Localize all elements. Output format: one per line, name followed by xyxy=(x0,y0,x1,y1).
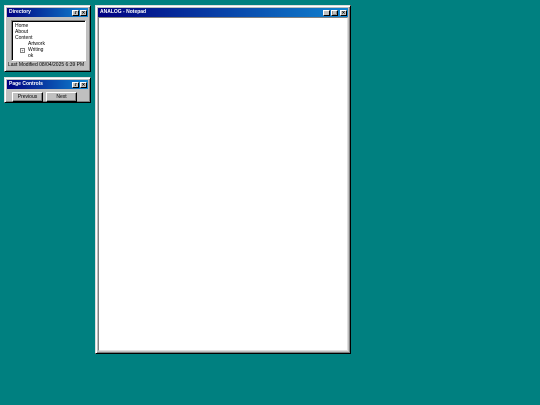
directory-title: Directory xyxy=(9,9,31,15)
notepad-text-area[interactable] xyxy=(98,17,348,351)
close-icon[interactable]: × xyxy=(340,9,347,16)
tree-item-ok[interactable]: ok xyxy=(15,53,82,59)
directory-tree[interactable]: Home About Content Artwork + Writing ok xyxy=(11,20,86,61)
tree-expander-icon xyxy=(20,41,25,47)
tree-item-label: ok xyxy=(28,53,34,59)
previous-button[interactable]: Previous xyxy=(12,92,43,102)
help-icon[interactable]: ? xyxy=(72,81,79,88)
directory-window: Directory ? × Home About Content Artwork… xyxy=(4,5,91,72)
close-icon[interactable]: × xyxy=(80,9,87,16)
help-icon[interactable]: ? xyxy=(72,9,79,16)
page-controls-title: Page Controls xyxy=(9,81,43,87)
page-controls-titlebar[interactable]: Page Controls ? × xyxy=(7,80,88,89)
notepad-window: ANALOG - Notepad _ □ × xyxy=(95,5,351,354)
minimize-icon[interactable]: _ xyxy=(323,9,330,16)
notepad-titlebar[interactable]: ANALOG - Notepad _ □ × xyxy=(98,8,348,17)
next-button[interactable]: Next xyxy=(46,92,77,102)
close-icon[interactable]: × xyxy=(80,81,87,88)
tree-expander-icon xyxy=(20,53,25,59)
maximize-icon[interactable]: □ xyxy=(331,9,338,16)
plus-expander-icon[interactable]: + xyxy=(20,47,25,53)
notepad-title: ANALOG - Notepad xyxy=(100,9,147,15)
page-controls-window: Page Controls ? × Previous Next xyxy=(4,77,91,103)
last-modified-status: Last Modified 08/04/2025 6:39 PM xyxy=(8,62,85,68)
directory-titlebar[interactable]: Directory ? × xyxy=(7,8,88,17)
